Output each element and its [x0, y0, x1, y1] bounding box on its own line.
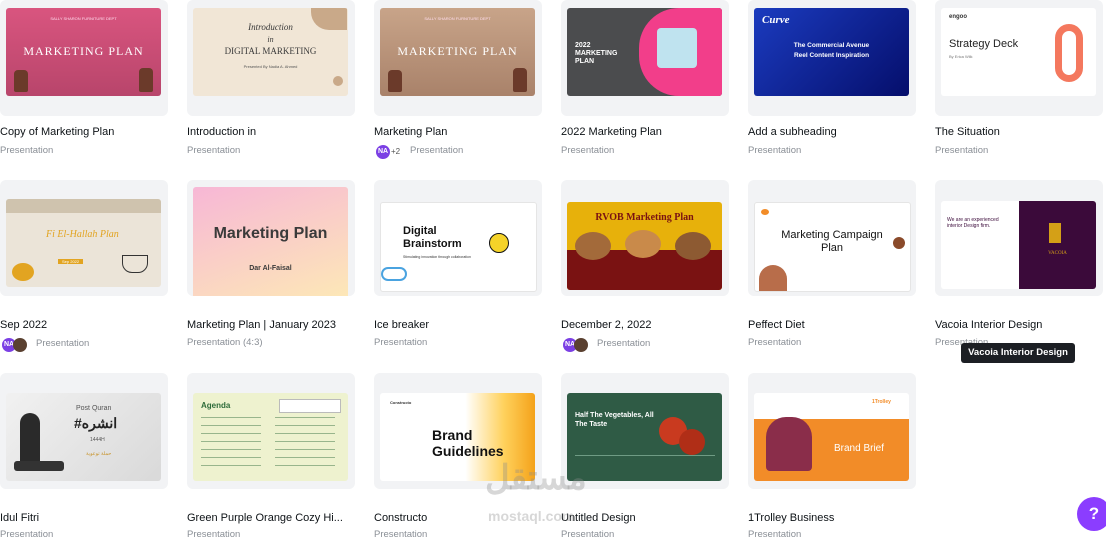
design-thumbnail[interactable]: Curve The Commercial Avenue Reel Content… [748, 0, 916, 116]
design-title[interactable]: Add a subheading [748, 126, 837, 138]
design-thumbnail[interactable]: 2022 MARKETING PLAN [561, 0, 729, 116]
design-type: Presentation [187, 145, 241, 156]
help-button[interactable]: ? [1077, 497, 1106, 531]
thumbnail-image: We are an experienced interior Design fi… [941, 201, 1096, 289]
thumbnail-image: Marketing Plan Dar Al-Faisal [193, 187, 348, 296]
thumbnail-image: SALLY SHARON FURNITURE DEPT MARKETING PL… [6, 8, 161, 96]
avatar[interactable]: NA [376, 145, 390, 159]
design-thumbnail[interactable]: Post Quran #انشره 1444H حملة توعوية [0, 373, 168, 489]
trolley-logo: 1Trolley [872, 399, 891, 405]
curve-logo: Curve [762, 14, 790, 26]
design-title[interactable]: December 2, 2022 [561, 319, 652, 331]
design-type: Presentation [187, 529, 241, 540]
thumbnail-image: Curve The Commercial Avenue Reel Content… [754, 8, 909, 96]
design-title[interactable]: Ice breaker [374, 319, 429, 331]
thumbnail-heading: #انشره [74, 415, 118, 431]
watermark: مستقل [485, 459, 587, 497]
design-title[interactable]: Marketing Plan | January 2023 [187, 319, 336, 331]
design-type: Presentation [0, 529, 54, 540]
thumbnail-heading: Marketing Plan [213, 225, 328, 242]
thumbnail-heading: DIGITAL MARKETING [224, 46, 317, 56]
thumbnail-heading: Fi El-Hallah Plan [46, 229, 119, 240]
design-title[interactable]: Introduction in [187, 126, 256, 138]
design-title[interactable]: Green Purple Orange Cozy Hi... [187, 512, 343, 524]
design-type: Presentation [748, 529, 802, 540]
design-title[interactable]: Marketing Plan [374, 126, 447, 138]
lantern-shape [20, 413, 40, 463]
design-thumbnail[interactable]: Fi El-Hallah Plan Sep 2022 [0, 180, 168, 296]
thumbnail-image: Introduction in DIGITAL MARKETING Presen… [193, 8, 348, 96]
design-thumbnail[interactable]: SALLY SHARON FURNITURE DEPT MARKETING PL… [374, 0, 542, 116]
design-title[interactable]: Copy of Marketing Plan [0, 126, 114, 138]
design-thumbnail[interactable]: Introduction in DIGITAL MARKETING Presen… [187, 0, 355, 116]
thumbnail-image: Half The Vegetables, All The Taste [567, 393, 722, 481]
watermark: mostaql.com [488, 508, 575, 524]
design-title[interactable]: 2022 Marketing Plan [561, 126, 662, 138]
design-type: Presentation [748, 337, 802, 348]
design-thumbnail[interactable]: 1Trolley Brand Brief [748, 373, 916, 489]
thumbnail-heading: Strategy Deck [949, 38, 1019, 50]
tooltip: Vacoia Interior Design [961, 343, 1075, 363]
thumbnail-image: SALLY SHARON FURNITURE DEPT MARKETING PL… [380, 8, 535, 96]
thumbnail-image: RVOB Marketing Plan [567, 202, 722, 290]
design-type: Presentation [561, 145, 615, 156]
thumbnail-heading: Half The Vegetables, All The Taste [575, 412, 654, 428]
design-thumbnail[interactable]: RVOB Marketing Plan [561, 180, 729, 296]
lightbulb-icon [489, 233, 509, 253]
thumbnail-heading: MARKETING PLAN [23, 44, 144, 58]
design-title[interactable]: Vacoia Interior Design [935, 319, 1042, 331]
design-title[interactable]: 1Trolley Business [748, 512, 834, 524]
tomato-shape [679, 429, 705, 455]
thumbnail-heading: MARKETING PLAN [397, 44, 518, 58]
design-type: Presentation [36, 338, 90, 349]
design-type: Presentation [374, 337, 428, 348]
design-type: Presentation [0, 145, 54, 156]
design-type: Presentation [935, 145, 989, 156]
design-title[interactable]: The Situation [935, 126, 1000, 138]
thumbnail-heading: Digital Brainstorm [403, 225, 462, 250]
design-thumbnail[interactable]: Agenda [187, 373, 355, 489]
thumbnail-image: 2022 MARKETING PLAN [567, 8, 722, 96]
thumbnail-image: Post Quran #انشره 1444H حملة توعوية [6, 393, 161, 481]
design-thumbnail[interactable]: Marketing Plan Dar Al-Faisal [187, 180, 355, 296]
design-type: Presentation [597, 338, 651, 349]
thumbnail-heading: Brand Guidelines [432, 427, 504, 459]
design-type: Presentation (4:3) [187, 337, 263, 348]
design-title[interactable]: Constructo [374, 512, 427, 524]
thumbnail-heading: Marketing Campaign Plan [781, 229, 883, 254]
design-thumbnail[interactable]: Marketing Campaign Plan [748, 180, 916, 296]
design-type: Presentation [374, 529, 428, 540]
design-title[interactable]: Peffect Diet [748, 319, 805, 331]
design-type: Presentation [561, 529, 615, 540]
engoo-logo: engoo [949, 14, 967, 20]
thumbnail-image: Digital Brainstorm Stimulating innovatio… [380, 202, 537, 292]
thumbnail-image: Agenda [193, 393, 348, 481]
vacoia-logo: VACOIA [1048, 251, 1067, 256]
thumbnail-image: Fi El-Hallah Plan Sep 2022 [6, 199, 161, 287]
avatar[interactable] [13, 338, 27, 352]
thumbnail-heading: Agenda [201, 401, 231, 410]
thumbnail-image: Marketing Campaign Plan [754, 202, 911, 292]
thumbnail-heading: 2022 MARKETING PLAN [575, 42, 618, 65]
thumbnail-image: 1Trolley Brand Brief [754, 393, 909, 481]
design-thumbnail[interactable]: Digital Brainstorm Stimulating innovatio… [374, 180, 542, 296]
design-thumbnail[interactable]: SALLY SHARON FURNITURE DEPT MARKETING PL… [0, 0, 168, 116]
design-thumbnail[interactable]: We are an experienced interior Design fi… [935, 180, 1103, 296]
avatar[interactable] [574, 338, 588, 352]
thumbnail-heading: Brand Brief [834, 443, 885, 454]
collaborator-count: +2 [391, 147, 401, 156]
thumbnail-image: engoo Strategy Deck By Erica Wilk [941, 8, 1096, 96]
design-type: Presentation [410, 145, 464, 156]
design-thumbnail[interactable]: engoo Strategy Deck By Erica Wilk [935, 0, 1103, 116]
design-type: Presentation [748, 145, 802, 156]
vase-shape [139, 68, 153, 92]
thumbnail-heading: RVOB Marketing Plan [595, 212, 694, 223]
design-title[interactable]: Idul Fitri [0, 512, 39, 524]
design-title[interactable]: Sep 2022 [0, 319, 47, 331]
vase-shape [14, 70, 28, 92]
